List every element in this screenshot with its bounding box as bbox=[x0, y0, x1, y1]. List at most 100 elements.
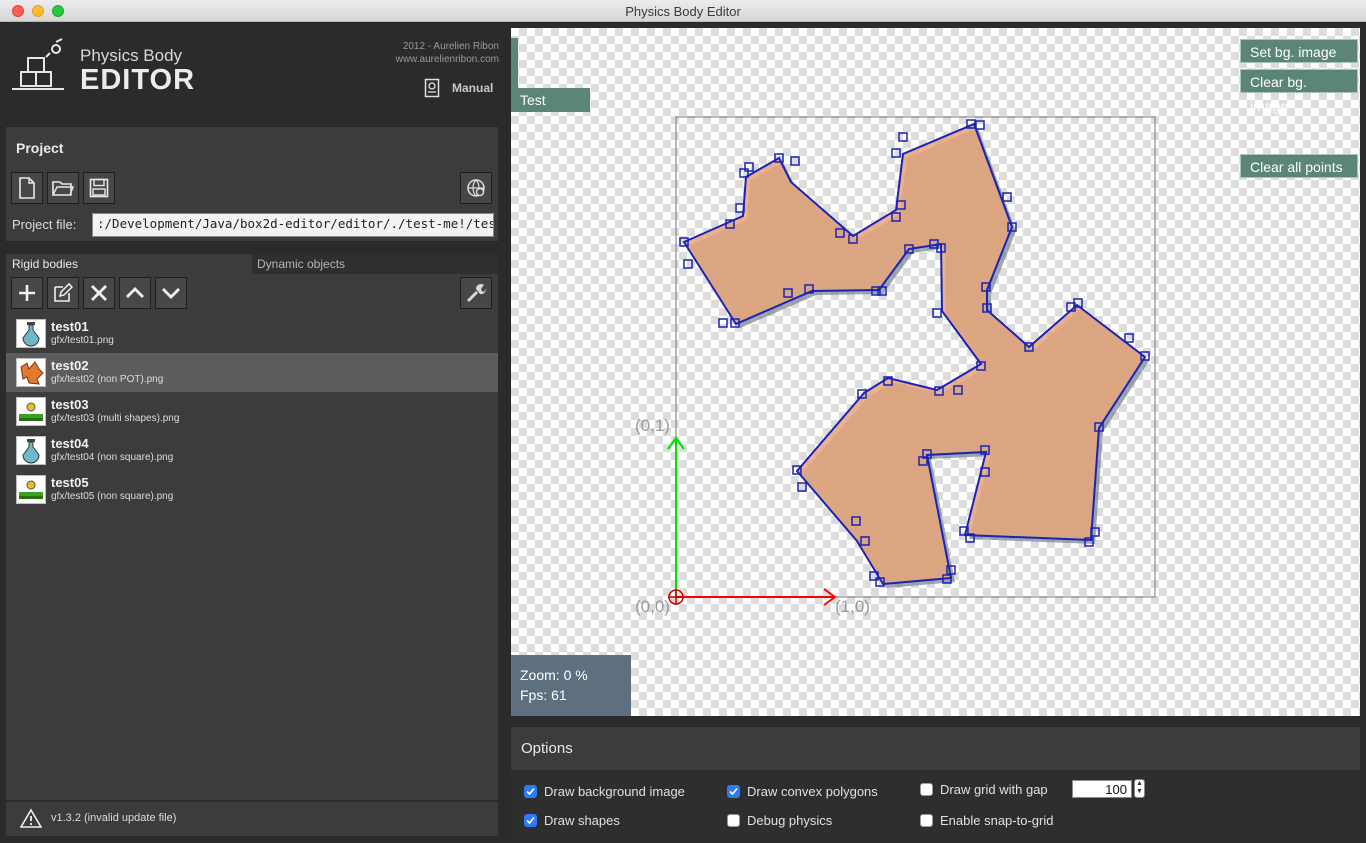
version-status: v1.3.2 (invalid update file) bbox=[51, 812, 177, 824]
debug-physics-option[interactable]: Debug physics bbox=[727, 813, 832, 828]
project-title: Project bbox=[16, 140, 64, 156]
debug-physics-label: Debug physics bbox=[747, 813, 833, 828]
manual-button[interactable]: Manual bbox=[424, 78, 493, 98]
fps-readout: Fps: 61 bbox=[520, 687, 567, 703]
credit-author: 2012 - Aurelien Ribon bbox=[402, 41, 499, 52]
landscape-icon bbox=[19, 402, 43, 421]
logo-text-small: Physics Body bbox=[80, 46, 183, 65]
grid-gap-stepper[interactable]: ▲ ▼ bbox=[1134, 779, 1145, 798]
list-item[interactable]: test05 gfx/test05 (non square).png bbox=[6, 470, 498, 509]
new-project-button[interactable] bbox=[11, 172, 43, 204]
snap-to-grid-option[interactable]: Enable snap-to-grid bbox=[920, 813, 1053, 828]
open-project-button[interactable] bbox=[47, 172, 79, 204]
body-path: gfx/test03 (multi shapes).png bbox=[51, 413, 180, 424]
bodies-toolbar bbox=[6, 274, 498, 314]
origin-icon bbox=[668, 589, 684, 605]
clear-bg-image-button[interactable]: Clear bg. image bbox=[1240, 69, 1358, 114]
draw-grid-checkbox[interactable] bbox=[920, 783, 933, 796]
body-path: gfx/test01.png bbox=[51, 335, 114, 346]
checkmark-icon bbox=[526, 787, 535, 796]
body-path: gfx/test04 (non square).png bbox=[51, 452, 174, 463]
delete-icon bbox=[91, 285, 107, 301]
draw-background-option[interactable]: Draw background image bbox=[524, 784, 685, 799]
list-item[interactable]: test03 gfx/test03 (multi shapes).png bbox=[6, 392, 498, 431]
rigid-bodies-list: test01 gfx/test01.png test02 gfx/test02 … bbox=[6, 314, 498, 800]
zoom-fps-overlay: Zoom: 0 % Fps: 61 bbox=[511, 655, 631, 716]
shape-icon bbox=[20, 361, 44, 385]
move-body-down-button[interactable] bbox=[155, 277, 187, 309]
open-folder-icon bbox=[52, 181, 74, 196]
draw-convex-checkbox[interactable] bbox=[727, 785, 740, 798]
move-up-icon bbox=[126, 287, 144, 298]
set-bg-image-button[interactable]: Set bg. image bbox=[1240, 39, 1358, 63]
body-name: test04 bbox=[51, 436, 89, 451]
project-file-field[interactable]: :/Development/Java/box2d-editor/editor/.… bbox=[92, 213, 494, 237]
rename-body-button[interactable] bbox=[47, 277, 79, 309]
logo-text-big: EDITOR bbox=[80, 64, 196, 96]
body-thumbnail bbox=[16, 397, 46, 426]
body-path: gfx/test02 (non POT).png bbox=[51, 374, 164, 385]
save-icon bbox=[89, 178, 109, 198]
save-project-button[interactable] bbox=[83, 172, 115, 204]
editor-canvas[interactable]: Test (0,1) (0,0) (1,0) Set bg. image Cle… bbox=[511, 28, 1360, 716]
wrench-icon bbox=[466, 284, 487, 303]
snap-to-grid-label: Enable snap-to-grid bbox=[940, 813, 1054, 828]
manual-icon bbox=[424, 78, 440, 98]
axis-x-unit-label: (1,0) bbox=[835, 597, 870, 616]
move-body-up-button[interactable] bbox=[119, 277, 151, 309]
zoom-readout: Zoom: 0 % bbox=[520, 667, 588, 683]
options-title: Options bbox=[511, 727, 1360, 770]
project-settings-button[interactable] bbox=[460, 172, 492, 204]
body-name: test02 bbox=[51, 358, 89, 373]
add-icon bbox=[19, 285, 35, 301]
delete-body-button[interactable] bbox=[83, 277, 115, 309]
list-item[interactable]: test01 gfx/test01.png bbox=[6, 314, 498, 353]
status-bar: v1.3.2 (invalid update file) bbox=[6, 802, 498, 836]
flask-icon bbox=[22, 439, 40, 464]
checkmark-icon bbox=[729, 787, 738, 796]
move-down-icon bbox=[162, 288, 180, 299]
logo-area: Physics Body EDITOR 2012 - Aurelien Ribo… bbox=[0, 22, 506, 126]
checkmark-icon bbox=[526, 816, 535, 825]
list-item[interactable]: test04 gfx/test04 (non square).png bbox=[6, 431, 498, 470]
new-file-icon bbox=[19, 177, 35, 199]
draw-shapes-checkbox[interactable] bbox=[524, 814, 537, 827]
add-body-button[interactable] bbox=[11, 277, 43, 309]
options-body: Draw background image Draw shapes Draw c… bbox=[511, 770, 1360, 839]
debug-physics-checkbox[interactable] bbox=[727, 814, 740, 827]
tab-rigid-bodies[interactable]: Rigid bodies bbox=[6, 254, 252, 274]
draw-grid-label: Draw grid with gap bbox=[940, 782, 1048, 797]
draw-grid-option[interactable]: Draw grid with gap bbox=[920, 782, 1048, 797]
grid-gap-input[interactable]: 100 bbox=[1072, 780, 1132, 798]
project-file-label: Project file: bbox=[12, 217, 77, 232]
left-pane: Physics Body EDITOR 2012 - Aurelien Ribo… bbox=[0, 22, 506, 843]
axis-origin-label: (0,0) bbox=[635, 597, 670, 616]
edit-icon bbox=[54, 283, 73, 302]
globe-gear-icon bbox=[467, 179, 485, 197]
snap-to-grid-checkbox[interactable] bbox=[920, 814, 933, 827]
flask-icon bbox=[22, 322, 40, 347]
body-thumbnail bbox=[16, 436, 46, 465]
manual-label: Manual bbox=[452, 81, 494, 95]
credit-website[interactable]: www.aurelienribon.com bbox=[396, 54, 499, 65]
title-bar: Physics Body Editor bbox=[0, 0, 1366, 22]
tab-dynamic-objects[interactable]: Dynamic objects bbox=[252, 254, 498, 274]
body-thumbnail bbox=[16, 319, 46, 348]
body-name: test05 bbox=[51, 475, 89, 490]
draw-background-checkbox[interactable] bbox=[524, 785, 537, 798]
landscape-icon bbox=[19, 480, 43, 499]
draw-background-label: Draw background image bbox=[544, 784, 685, 799]
body-polygon bbox=[682, 122, 1147, 586]
logo-icon bbox=[12, 38, 64, 90]
body-thumbnail bbox=[16, 475, 46, 504]
draw-shapes-option[interactable]: Draw shapes bbox=[524, 813, 620, 828]
body-thumbnail bbox=[16, 358, 46, 387]
draw-shapes-label: Draw shapes bbox=[544, 813, 620, 828]
body-tools-button[interactable] bbox=[460, 277, 492, 309]
clear-all-points-button[interactable]: Clear all points bbox=[1240, 154, 1358, 178]
list-item[interactable]: test02 gfx/test02 (non POT).png bbox=[6, 353, 498, 392]
body-path: gfx/test05 (non square).png bbox=[51, 491, 174, 502]
warning-icon bbox=[20, 808, 42, 828]
draw-convex-option[interactable]: Draw convex polygons bbox=[727, 784, 878, 799]
axis-y-unit-label: (0,1) bbox=[635, 416, 670, 435]
